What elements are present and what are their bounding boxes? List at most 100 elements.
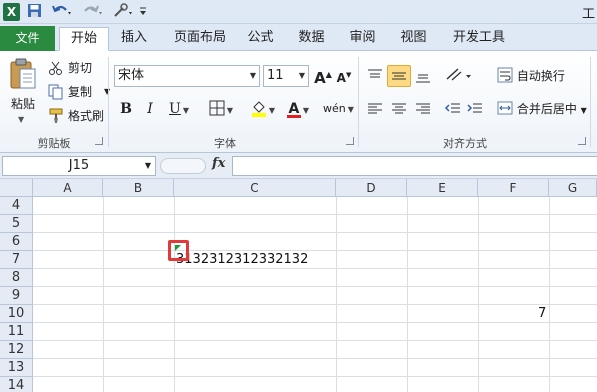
font-name-select[interactable]: 宋体 ▼ xyxy=(114,65,260,87)
font-size-select[interactable]: 11 ▼ xyxy=(263,65,309,87)
formula-bar: J15 ▼ fx xyxy=(0,153,597,179)
cell-c7[interactable]: 3132312312332132 xyxy=(176,252,308,267)
merge-center-button[interactable]: 合并后居中 ▼ xyxy=(497,98,587,120)
chevron-down-icon: ▼ xyxy=(144,161,151,170)
align-middle-button[interactable] xyxy=(387,65,411,87)
undo-icon[interactable] xyxy=(51,3,73,21)
row-header-9[interactable]: 9 xyxy=(0,287,33,305)
tab-insert[interactable]: 插入 xyxy=(114,27,154,51)
align-top-icon xyxy=(368,69,382,78)
row-header-6[interactable]: 6 xyxy=(0,233,33,251)
column-header-d[interactable]: D xyxy=(336,179,407,197)
grow-font-button[interactable]: A▲ xyxy=(314,65,332,87)
alignment-launcher-icon[interactable] xyxy=(578,137,586,145)
borders-icon xyxy=(209,100,225,116)
text-orientation-icon xyxy=(446,68,471,81)
italic-button[interactable]: I xyxy=(141,99,159,119)
customize-toolbar-icon[interactable] xyxy=(138,3,148,21)
column-header-e[interactable]: E xyxy=(407,179,478,197)
window-title-fragment: 工 xyxy=(581,7,595,22)
wrap-text-button[interactable]: 自动换行 xyxy=(497,65,565,87)
formula-input[interactable] xyxy=(232,156,597,176)
chevron-down-icon: ▼ xyxy=(249,71,256,80)
orientation-button[interactable] xyxy=(444,65,474,88)
tools-icon[interactable] xyxy=(112,3,134,21)
gridline xyxy=(549,197,550,392)
name-box[interactable]: J15 ▼ xyxy=(2,156,156,176)
font-color-swatch xyxy=(286,115,301,118)
align-left-icon xyxy=(368,103,382,114)
gridline xyxy=(478,197,479,392)
gridline xyxy=(33,304,597,305)
increase-indent-button[interactable] xyxy=(466,100,484,121)
decrease-indent-icon xyxy=(444,103,460,113)
decrease-indent-button[interactable] xyxy=(444,100,462,121)
gridline xyxy=(33,214,597,215)
fill-color-button[interactable]: ▼ xyxy=(248,99,278,119)
align-right-button[interactable] xyxy=(414,100,432,121)
row-header-7[interactable]: 7 xyxy=(0,251,33,269)
gridline xyxy=(103,197,104,392)
scissors-icon xyxy=(49,61,62,75)
bold-button[interactable]: B xyxy=(117,99,135,119)
paste-dropdown-icon[interactable]: ▼ xyxy=(18,115,24,124)
gridline xyxy=(33,358,597,359)
gridline xyxy=(33,232,597,233)
insert-function-button[interactable]: fx xyxy=(212,156,225,171)
formula-bar-splitter[interactable] xyxy=(160,158,206,174)
group-divider xyxy=(108,57,109,147)
ribbon: 粘贴 ▼ 剪切 复制 ▼ 格式刷 剪贴板 宋体 ▼ 11 ▼ A▲ A▼ B I… xyxy=(0,51,597,153)
cell-f10[interactable]: 7 xyxy=(538,306,546,321)
column-header-b[interactable]: B xyxy=(103,179,174,197)
redo-icon[interactable] xyxy=(82,3,104,21)
tab-view[interactable]: 视图 xyxy=(396,27,431,51)
tab-formulas[interactable]: 公式 xyxy=(243,27,278,51)
column-header-f[interactable]: F xyxy=(478,179,549,197)
tab-page-layout[interactable]: 页面布局 xyxy=(170,27,230,51)
worksheet-grid[interactable]: A B C D E F G 4 5 6 7 8 9 10 11 12 13 14… xyxy=(0,179,597,392)
phonetic-button[interactable]: wén ▼ xyxy=(323,99,354,119)
font-group-label: 字体 xyxy=(214,137,236,150)
font-launcher-icon[interactable] xyxy=(346,137,354,145)
tab-review[interactable]: 审阅 xyxy=(345,27,380,51)
row-header-4[interactable]: 4 xyxy=(0,197,33,215)
shrink-font-icon: A xyxy=(336,71,346,85)
paste-icon xyxy=(10,58,36,89)
column-header-c[interactable]: C xyxy=(174,179,336,197)
underline-button[interactable]: U ▼ xyxy=(165,99,193,119)
row-header-8[interactable]: 8 xyxy=(0,269,33,287)
shrink-font-button[interactable]: A▼ xyxy=(336,65,352,85)
align-left-button[interactable] xyxy=(366,100,384,121)
align-top-button[interactable] xyxy=(366,67,384,88)
tab-data[interactable]: 数据 xyxy=(294,27,329,51)
row-header-14[interactable]: 14 xyxy=(0,377,33,392)
tab-file[interactable]: 文件 xyxy=(0,26,55,51)
font-color-button[interactable]: A ▼ xyxy=(283,99,313,119)
align-bottom-button[interactable] xyxy=(414,67,432,88)
column-header-g[interactable]: G xyxy=(549,179,597,197)
chevron-down-icon: ▼ xyxy=(268,106,276,115)
clipboard-launcher-icon[interactable] xyxy=(95,137,103,145)
tab-developer[interactable]: 开发工具 xyxy=(449,27,509,51)
row-header-10[interactable]: 10 xyxy=(0,305,33,323)
align-center-button[interactable] xyxy=(390,100,408,121)
select-all-corner[interactable] xyxy=(0,179,33,197)
chevron-down-icon: ▼ xyxy=(298,71,305,80)
borders-button[interactable]: ▼ xyxy=(205,99,237,119)
row-header-11[interactable]: 11 xyxy=(0,323,33,341)
highlight-box xyxy=(168,240,189,261)
gridline xyxy=(33,376,597,377)
phonetic-icon: wén xyxy=(323,102,346,115)
excel-logo-icon[interactable]: X xyxy=(3,3,20,21)
row-header-13[interactable]: 13 xyxy=(0,359,33,377)
underline-icon: U xyxy=(169,101,181,117)
row-header-5[interactable]: 5 xyxy=(0,215,33,233)
row-header-12[interactable]: 12 xyxy=(0,341,33,359)
paste-button[interactable]: 粘贴 ▼ xyxy=(6,55,40,129)
column-header-a[interactable]: A xyxy=(33,179,103,197)
chevron-down-icon[interactable]: ▼ xyxy=(581,106,587,115)
gridline xyxy=(336,197,337,392)
tab-home[interactable]: 开始 xyxy=(59,27,109,51)
save-icon[interactable] xyxy=(27,3,42,21)
gridline xyxy=(33,250,597,251)
